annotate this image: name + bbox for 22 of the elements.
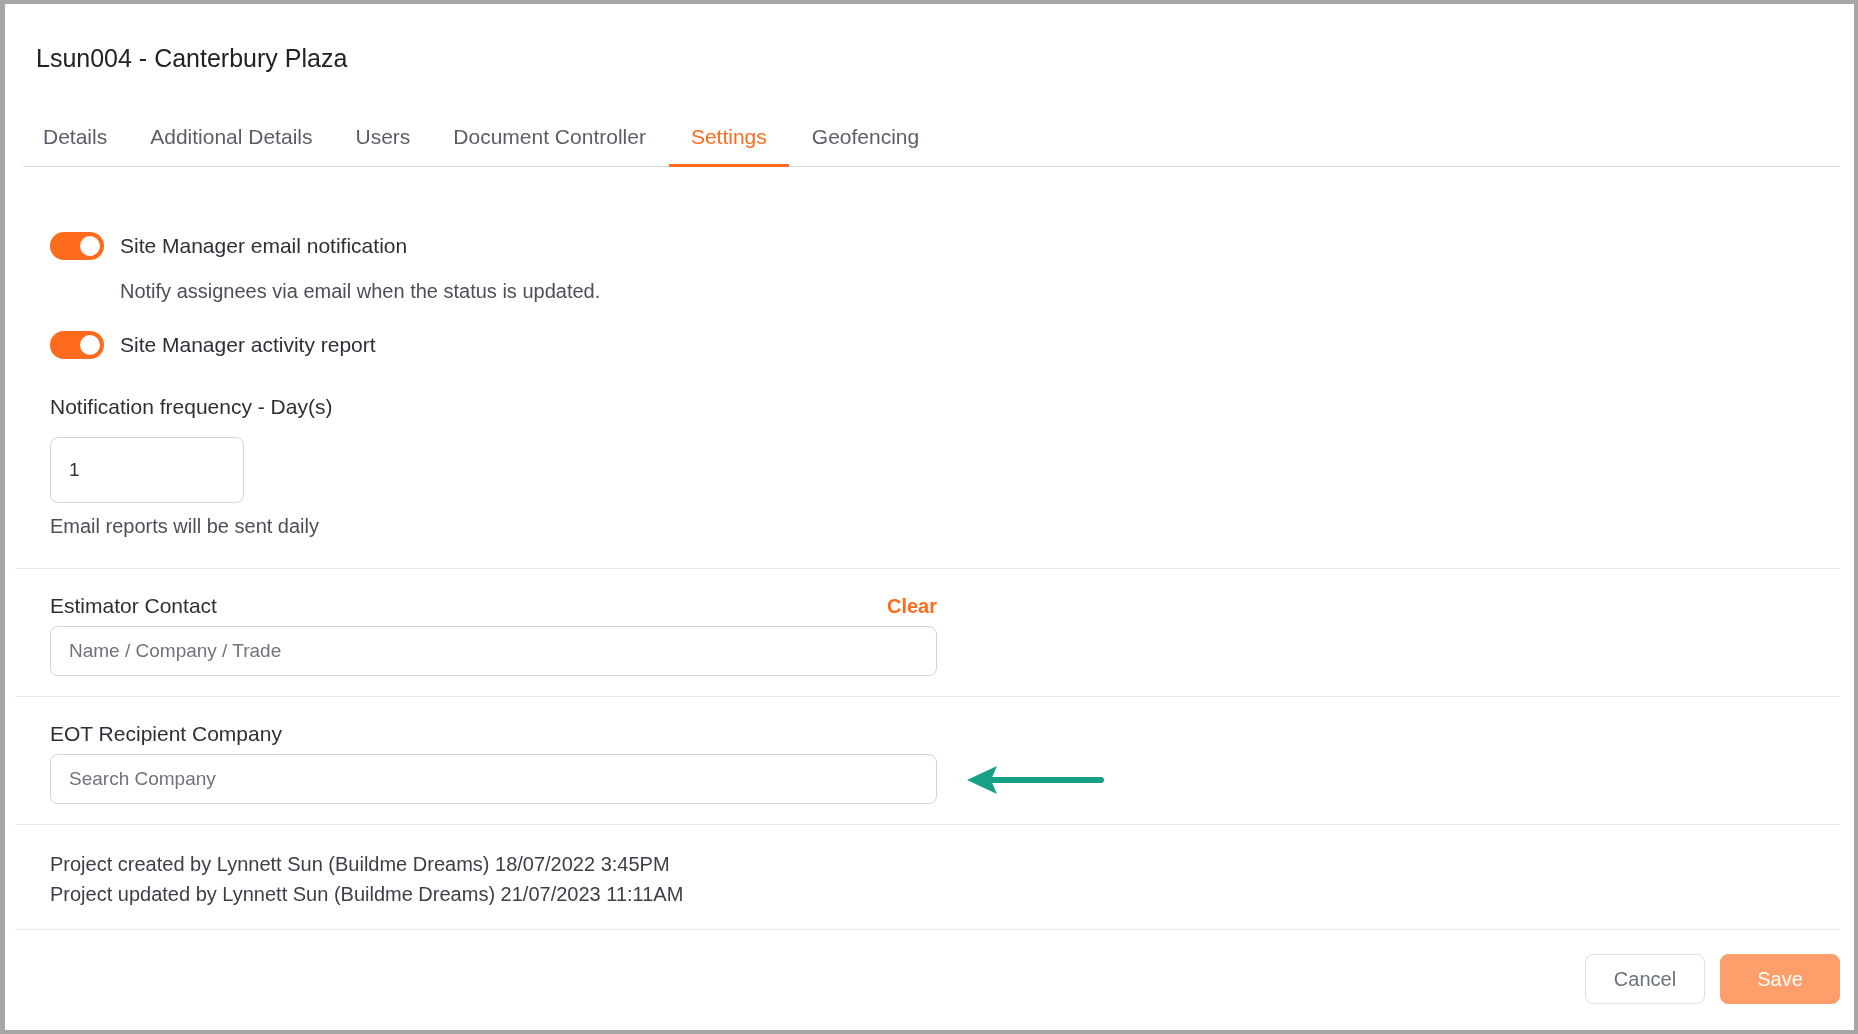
- toggle-label: Site Manager email notification: [120, 234, 408, 258]
- field-label: Estimator Contact: [50, 594, 217, 618]
- tab[interactable]: Users: [335, 110, 431, 167]
- frequency-input[interactable]: 1: [50, 437, 244, 503]
- field-hint: Email reports will be sent daily: [50, 515, 320, 538]
- action-button[interactable]: Cancel: [1585, 954, 1705, 1004]
- field-label: Notification frequency - Day(s): [50, 395, 334, 419]
- company-search-field[interactable]: Search Company: [50, 754, 937, 804]
- tab[interactable]: Document Controller: [433, 110, 666, 167]
- page-title: Lsun004 - Canterbury Plaza: [36, 43, 348, 74]
- tab[interactable]: Additional Details: [130, 110, 333, 167]
- contact-search-field[interactable]: Name / Company / Trade: [50, 626, 937, 676]
- toggle-switch[interactable]: [50, 232, 104, 260]
- tab[interactable]: Details: [23, 110, 128, 167]
- audit-text: Project updated by Lynnett Sun (Buildme Dreams) 21/07/2023 11:11AM: [50, 882, 685, 907]
- tab[interactable]: Geofencing: [791, 110, 940, 167]
- toggle-label: Site Manager activity report: [120, 333, 376, 357]
- field-label: EOT Recipient Company: [50, 722, 283, 746]
- toggle-switch[interactable]: [50, 331, 104, 359]
- audit-text: Project created by Lynnett Sun (Buildme Dreams) 18/07/2022 3:45PM: [50, 852, 671, 877]
- toggle-description: Notify assignees via email when the status is updated.: [120, 280, 602, 303]
- arrow-icon: [965, 763, 1105, 795]
